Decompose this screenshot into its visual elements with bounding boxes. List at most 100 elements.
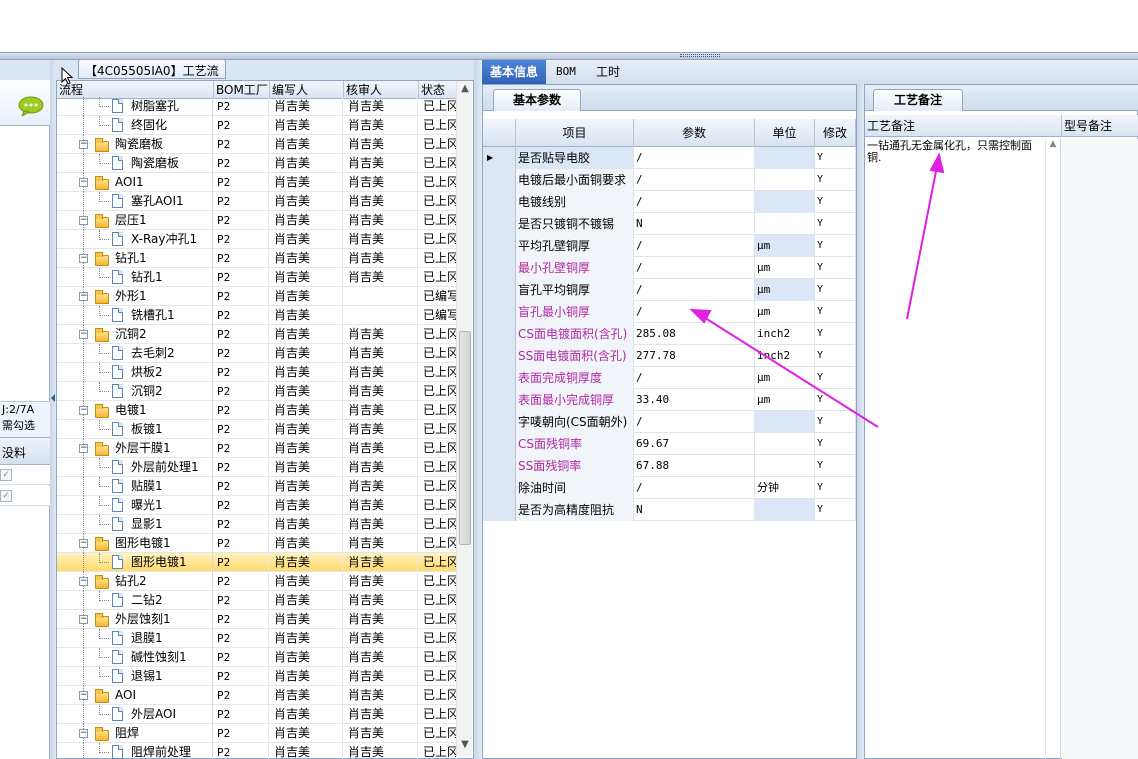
tree-node-cell[interactable]: 终固化	[57, 116, 213, 135]
bom-factory-cell[interactable]: P2	[214, 420, 269, 439]
status-cell[interactable]: 已上冈	[419, 591, 457, 610]
bom-factory-cell[interactable]: P2	[214, 230, 269, 249]
writer-cell[interactable]: 肖吉美	[270, 667, 343, 686]
col-header-value[interactable]: 参数	[634, 119, 755, 147]
status-cell[interactable]: 已上冈	[419, 648, 457, 667]
bom-factory-cell[interactable]: P2	[214, 591, 269, 610]
param-row[interactable]: 是否只镀铜不镀锡 N Y	[483, 213, 856, 235]
bom-factory-cell[interactable]: P2	[214, 553, 269, 572]
writer-cell[interactable]: 肖吉美	[270, 135, 343, 154]
reviewer-cell[interactable]: 肖吉美	[344, 363, 418, 382]
param-value-cell[interactable]: /	[634, 191, 755, 213]
tree-row[interactable]: − 外层干膜1 P2 肖吉美 肖吉美 已上冈	[57, 439, 457, 458]
reviewer-cell[interactable]: 肖吉美	[344, 610, 418, 629]
writer-cell[interactable]: 肖吉美	[270, 648, 343, 667]
bom-factory-cell[interactable]: P2	[214, 344, 269, 363]
tree-row[interactable]: 陶瓷磨板 P2 肖吉美 肖吉美 已上冈	[57, 154, 457, 173]
param-value-cell[interactable]: 277.78	[634, 345, 755, 367]
reviewer-cell[interactable]: 肖吉美	[344, 401, 418, 420]
tree-row[interactable]: 退锡1 P2 肖吉美 肖吉美 已上冈	[57, 667, 457, 686]
tree-node-cell[interactable]: − 图形电镀1	[57, 534, 213, 553]
tree-row[interactable]: 钻孔1 P2 肖吉美 肖吉美 已上冈	[57, 268, 457, 287]
status-cell[interactable]: 已上冈	[419, 743, 457, 759]
param-value-cell[interactable]: 285.08	[634, 323, 755, 345]
writer-cell[interactable]: 肖吉美	[270, 287, 343, 306]
bom-factory-cell[interactable]: P2	[214, 648, 269, 667]
tree-row[interactable]: 终固化 P2 肖吉美 肖吉美 已上冈	[57, 116, 457, 135]
tree-node-cell[interactable]: − AOI	[57, 686, 213, 705]
param-value-cell[interactable]: /	[634, 147, 755, 169]
collapse-node-icon[interactable]: −	[79, 615, 88, 624]
param-row[interactable]: CS面电镀面积(含孔) 285.08 inch2 Y	[483, 323, 856, 345]
reviewer-cell[interactable]: 肖吉美	[344, 325, 418, 344]
bom-factory-cell[interactable]: P2	[214, 477, 269, 496]
bom-factory-cell[interactable]: P2	[214, 458, 269, 477]
reviewer-cell[interactable]: 肖吉美	[344, 420, 418, 439]
param-item-cell[interactable]: 除油时间	[516, 477, 634, 499]
param-unit-cell[interactable]: μm	[755, 389, 815, 411]
status-cell[interactable]: 已上冈	[419, 154, 457, 173]
middle-splitter[interactable]	[474, 60, 482, 759]
tree-row[interactable]: 显影1 P2 肖吉美 肖吉美 已上冈	[57, 515, 457, 534]
param-item-cell[interactable]: 最小孔壁铜厚	[516, 257, 634, 279]
writer-cell[interactable]: 肖吉美	[270, 439, 343, 458]
tree-row[interactable]: 烘板2 P2 肖吉美 肖吉美 已上冈	[57, 363, 457, 382]
writer-cell[interactable]: 肖吉美	[270, 230, 343, 249]
chat-bubble-icon[interactable]	[18, 96, 44, 116]
param-row[interactable]: 最小孔壁铜厚 / μm Y	[483, 257, 856, 279]
writer-cell[interactable]: 肖吉美	[270, 724, 343, 743]
writer-cell[interactable]: 肖吉美	[270, 325, 343, 344]
bom-factory-cell[interactable]: P2	[214, 249, 269, 268]
param-unit-cell[interactable]	[755, 411, 815, 433]
bom-factory-cell[interactable]: P2	[214, 363, 269, 382]
bom-factory-cell[interactable]: P2	[214, 686, 269, 705]
writer-cell[interactable]: 肖吉美	[270, 192, 343, 211]
left-row-checkbox[interactable]: ✓	[0, 469, 12, 481]
tree-row[interactable]: − 沉铜2 P2 肖吉美 肖吉美 已上冈	[57, 325, 457, 344]
param-row[interactable]: 电镀线别 / Y	[483, 191, 856, 213]
tree-row[interactable]: − 外层蚀刻1 P2 肖吉美 肖吉美 已上冈	[57, 610, 457, 629]
param-item-cell[interactable]: 电镀线别	[516, 191, 634, 213]
param-modify-cell[interactable]: Y	[815, 169, 856, 191]
tree-row[interactable]: 阻焊前处理 P2 肖吉美 肖吉美 已上冈	[57, 743, 457, 759]
tree-node-cell[interactable]: 板镀1	[57, 420, 213, 439]
col-header-unit[interactable]: 单位	[755, 119, 815, 147]
reviewer-cell[interactable]: 肖吉美	[344, 705, 418, 724]
param-modify-cell[interactable]: Y	[815, 433, 856, 455]
param-modify-cell[interactable]: Y	[815, 499, 856, 521]
status-cell[interactable]: 已上冈	[419, 363, 457, 382]
writer-cell[interactable]: 肖吉美	[270, 553, 343, 572]
param-modify-cell[interactable]: Y	[815, 191, 856, 213]
writer-cell[interactable]: 肖吉美	[270, 116, 343, 135]
tree-row[interactable]: 去毛刺2 P2 肖吉美 肖吉美 已上冈	[57, 344, 457, 363]
col-header-model-note[interactable]: 型号备注	[1062, 115, 1138, 137]
status-cell[interactable]: 已上冈	[419, 515, 457, 534]
param-value-cell[interactable]: /	[634, 235, 755, 257]
param-modify-cell[interactable]: Y	[815, 455, 856, 477]
tab-bom[interactable]: BOM	[548, 60, 584, 84]
row-indicator[interactable]	[483, 411, 516, 433]
tree-node-cell[interactable]: − 外层蚀刻1	[57, 610, 213, 629]
tree-row[interactable]: 贴膜1 P2 肖吉美 肖吉美 已上冈	[57, 477, 457, 496]
tree-node-cell[interactable]: − 钻孔1	[57, 249, 213, 268]
status-cell[interactable]: 已上冈	[419, 268, 457, 287]
tree-row[interactable]: 树脂塞孔 P2 肖吉美 肖吉美 已上冈	[57, 97, 457, 116]
param-unit-cell[interactable]: μm	[755, 279, 815, 301]
status-cell[interactable]: 已上冈	[419, 344, 457, 363]
param-modify-cell[interactable]: Y	[815, 213, 856, 235]
process-flow-tab[interactable]: 【4C05505IA0】工艺流程	[78, 59, 226, 95]
row-indicator[interactable]	[483, 213, 516, 235]
reviewer-cell[interactable]: 肖吉美	[344, 154, 418, 173]
bom-factory-cell[interactable]: P2	[214, 572, 269, 591]
tree-node-cell[interactable]: − 层压1	[57, 211, 213, 230]
bom-factory-cell[interactable]: P2	[214, 401, 269, 420]
tree-row[interactable]: − AOI1 P2 肖吉美 肖吉美 已上冈	[57, 173, 457, 192]
reviewer-cell[interactable]: 肖吉美	[344, 629, 418, 648]
tree-row[interactable]: 塞孔AOI1 P2 肖吉美 肖吉美 已上冈	[57, 192, 457, 211]
collapse-node-icon[interactable]: −	[79, 330, 88, 339]
param-item-cell[interactable]: CS面电镀面积(含孔)	[516, 323, 634, 345]
row-indicator[interactable]	[483, 433, 516, 455]
writer-cell[interactable]: 肖吉美	[270, 572, 343, 591]
param-row[interactable]: SS面电镀面积(含孔) 277.78 inch2 Y	[483, 345, 856, 367]
tree-node-cell[interactable]: 铣槽孔1	[57, 306, 213, 325]
